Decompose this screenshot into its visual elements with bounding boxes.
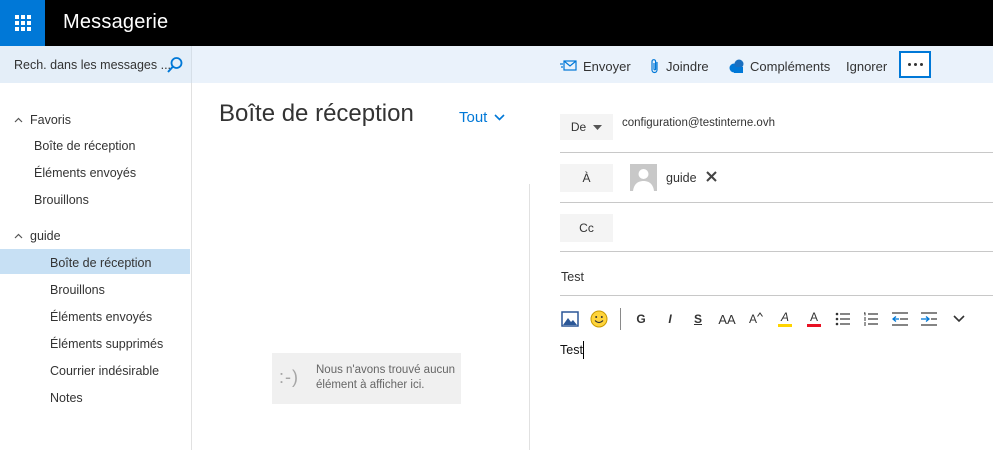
ellipsis-icon [907, 63, 911, 66]
grow-icon [757, 312, 763, 317]
from-address: configuration@testinterne.ovh [622, 117, 775, 129]
addins-button[interactable]: Compléments [729, 56, 830, 76]
font-color-bar [807, 324, 821, 327]
font-size-label: AA [718, 311, 736, 327]
font-color-label: A [809, 310, 818, 324]
cc-label: Cc [579, 221, 594, 235]
more-formatting-button[interactable] [950, 309, 968, 329]
nav-favorites-drafts[interactable]: Brouillons [34, 193, 89, 207]
page-title: Boîte de réception [219, 100, 414, 127]
to-button[interactable]: À [560, 164, 613, 192]
nav-favorites-inbox[interactable]: Boîte de réception [34, 139, 135, 153]
message-body[interactable]: Test [560, 343, 583, 357]
chevron-down-icon [494, 114, 505, 121]
divider [560, 202, 993, 203]
nav-inbox[interactable]: Boîte de réception [50, 256, 151, 270]
to-label: À [582, 171, 591, 185]
divider [560, 152, 993, 153]
highlight-button[interactable]: A [776, 309, 794, 329]
divider [560, 251, 993, 252]
numbered-list-icon [864, 312, 878, 326]
text-cursor [583, 341, 584, 359]
waffle-icon [14, 15, 31, 31]
bold-label: G [636, 312, 646, 326]
discard-label: Ignorer [846, 58, 888, 74]
empty-state-message: Nous n'avons trouvé aucun élément à affi… [316, 364, 456, 391]
decrease-indent-icon [891, 312, 908, 326]
app-title: Messagerie [63, 11, 169, 33]
grow-font-label: A [748, 312, 757, 326]
chevron-up-icon [10, 231, 26, 241]
addins-icon [729, 59, 744, 73]
discard-button[interactable]: Ignorer [846, 56, 887, 76]
picture-icon [561, 311, 579, 327]
recipient-name: guide [666, 171, 697, 185]
app-launcher-button[interactable] [0, 0, 45, 46]
avatar [630, 164, 657, 191]
highlight-label: A [780, 310, 789, 324]
italic-button[interactable]: I [662, 309, 678, 329]
subject-field[interactable]: Test [561, 270, 584, 284]
search-input[interactable]: Rech. dans les messages ... [14, 58, 171, 72]
attach-button[interactable]: Joindre [650, 56, 709, 76]
font-size-button[interactable]: AA [716, 309, 738, 329]
grow-font-button[interactable]: A [747, 309, 765, 329]
decrease-indent-button[interactable] [890, 309, 910, 329]
send-button[interactable]: Envoyer [560, 56, 631, 76]
numbering-button[interactable] [862, 309, 880, 329]
nav-junk[interactable]: Courrier indésirable [50, 364, 159, 378]
underline-label: S [693, 312, 702, 326]
send-label: Envoyer [583, 58, 631, 74]
remove-recipient-icon[interactable] [706, 170, 717, 185]
filter-dropdown[interactable]: Tout [459, 109, 505, 126]
chevron-up-icon [10, 115, 26, 125]
more-options-button[interactable] [899, 51, 931, 78]
nav-sent[interactable]: Éléments envoyés [50, 310, 152, 324]
person-icon [630, 164, 657, 191]
send-icon [560, 60, 577, 71]
nav-deleted[interactable]: Éléments supprimés [50, 337, 163, 351]
cc-button[interactable]: Cc [560, 214, 613, 242]
caret-down-icon [593, 124, 603, 130]
highlight-color-bar [778, 324, 792, 327]
font-color-button[interactable]: A [805, 309, 823, 329]
increase-indent-icon [921, 312, 937, 326]
account-group[interactable]: guide [10, 229, 61, 243]
divider [560, 295, 993, 296]
emoji-button[interactable] [589, 309, 609, 329]
nav-drafts[interactable]: Brouillons [50, 283, 105, 297]
bold-button[interactable]: G [633, 309, 649, 329]
favorites-label: Favoris [30, 113, 71, 127]
underline-button[interactable]: S [690, 309, 706, 329]
emoji-icon [590, 310, 608, 328]
filter-label: Tout [459, 109, 488, 126]
attach-label: Joindre [666, 58, 709, 74]
nav-notes[interactable]: Notes [50, 391, 83, 405]
search-icon[interactable] [166, 56, 184, 74]
nav-favorites-sent[interactable]: Éléments envoyés [34, 166, 136, 180]
italic-label: I [668, 312, 672, 326]
addins-label: Compléments [750, 58, 831, 74]
pane-divider [529, 184, 530, 450]
bullets-button[interactable] [834, 309, 852, 329]
paperclip-icon [651, 59, 658, 74]
account-label: guide [30, 229, 61, 243]
from-label: De [570, 120, 587, 134]
search-box[interactable]: Rech. dans les messages ... [0, 46, 192, 83]
insert-picture-button[interactable] [561, 309, 579, 329]
toolbar-separator [620, 308, 621, 330]
bulleted-list-icon [835, 312, 850, 326]
smiley-icon: :-) [279, 367, 299, 387]
increase-indent-button[interactable] [919, 309, 939, 329]
favorites-group[interactable]: Favoris [10, 113, 71, 127]
chevron-down-icon [953, 315, 965, 323]
from-button[interactable]: De [560, 114, 613, 140]
